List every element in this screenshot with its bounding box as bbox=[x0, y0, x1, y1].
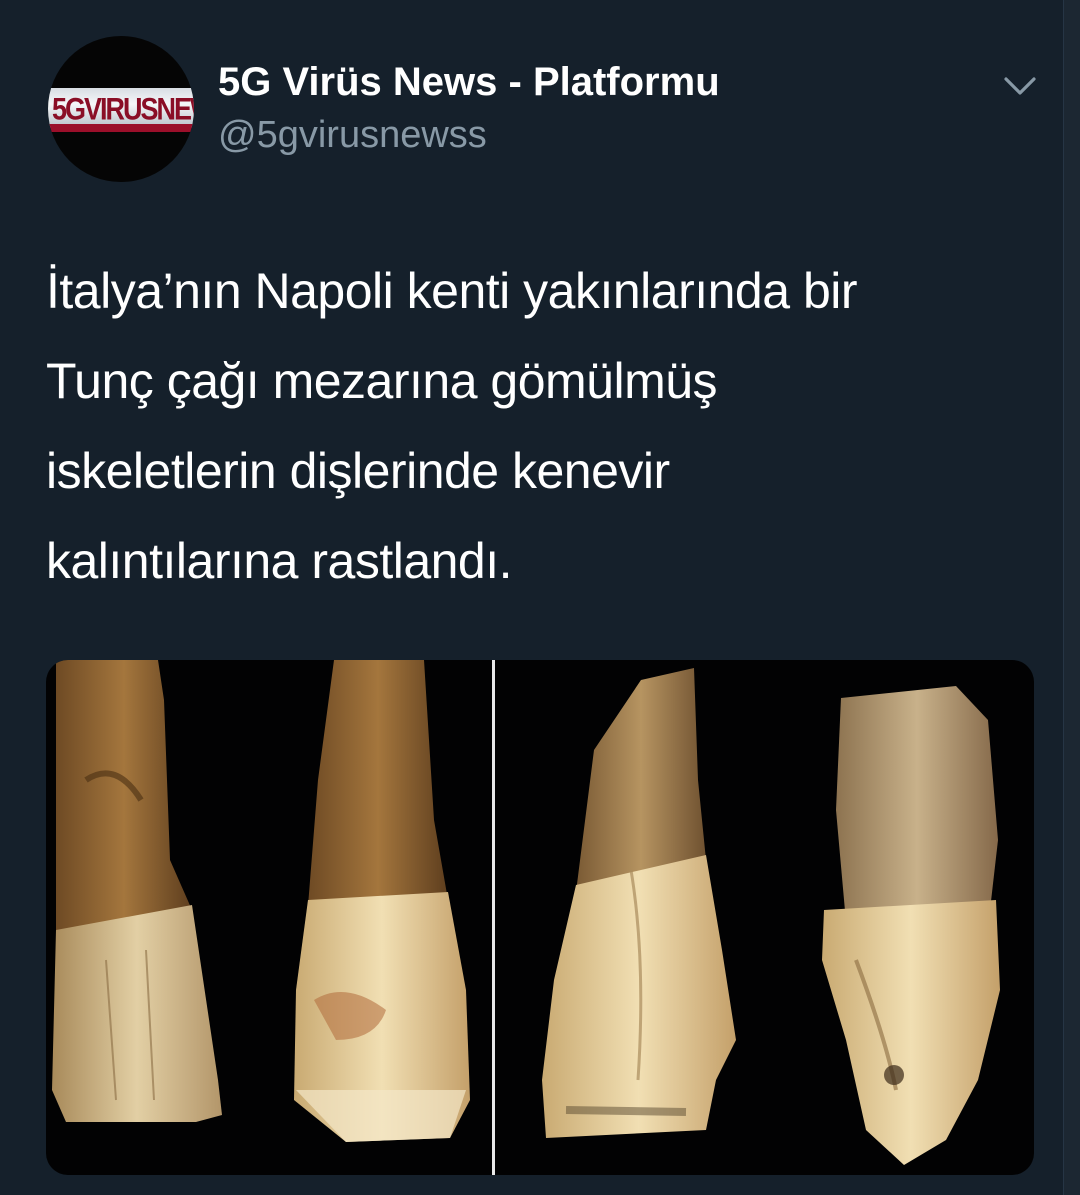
tooth-2 bbox=[294, 660, 470, 1142]
tweet-menu-button[interactable] bbox=[1000, 66, 1040, 106]
avatar-logo-text: 5GVIRUSNEWS bbox=[52, 91, 194, 127]
tweet-text-line: kalıntılarına rastlandı. bbox=[46, 533, 513, 589]
tweet-text: İtalya’nın Napoli kenti yakınlarında bir… bbox=[46, 246, 1056, 606]
tooth-1 bbox=[52, 660, 222, 1122]
tooth-3 bbox=[542, 668, 736, 1138]
chevron-down-icon bbox=[1004, 77, 1036, 95]
author-display-name[interactable]: 5G Virüs News - Platformu bbox=[218, 60, 720, 105]
scroll-edge bbox=[1063, 0, 1080, 1195]
media-divider bbox=[492, 660, 495, 1175]
tweet-text-line: iskeletlerin dişlerinde kenevir bbox=[46, 443, 670, 499]
teeth-photo bbox=[52, 660, 1000, 1165]
tweet-media-image[interactable] bbox=[46, 660, 1034, 1175]
avatar[interactable]: 5GVIRUSNEWS bbox=[48, 36, 194, 182]
tweet-text-line: Tunç çağı mezarına gömülmüş bbox=[46, 353, 718, 409]
tooth-4 bbox=[822, 686, 1000, 1165]
tweet-text-line: İtalya’nın Napoli kenti yakınlarında bir bbox=[46, 263, 858, 319]
author-handle[interactable]: @5gvirusnewss bbox=[218, 114, 487, 157]
